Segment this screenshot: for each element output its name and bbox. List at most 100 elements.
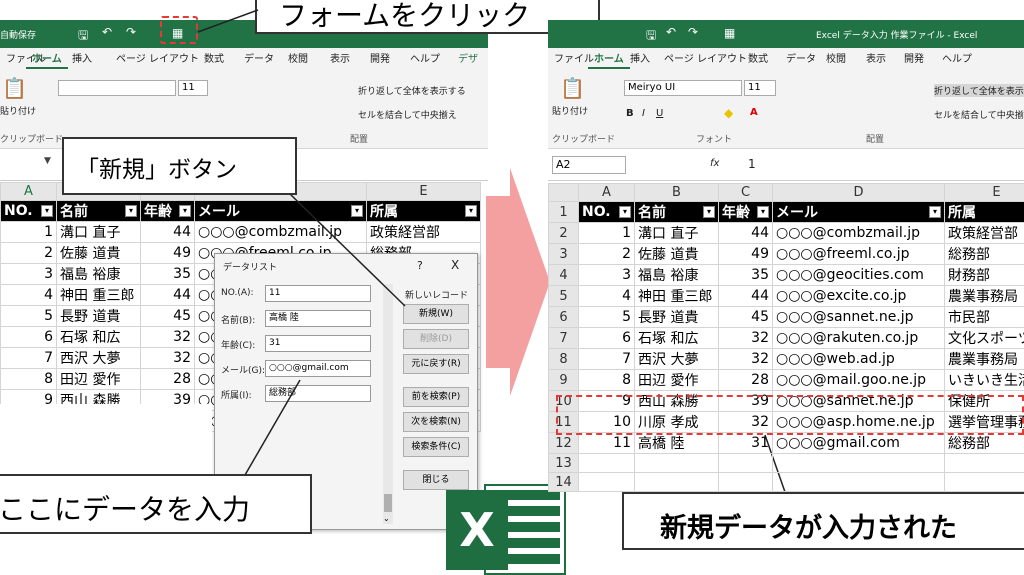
paste-label[interactable]: 貼り付け: [552, 104, 588, 117]
cell-no[interactable]: 2: [578, 243, 635, 265]
row-header[interactable]: 2: [548, 222, 579, 244]
save-icon[interactable]: 🖫: [646, 26, 656, 47]
col-header-a[interactable]: A: [578, 183, 635, 202]
cell-dept[interactable]: 市民部: [944, 306, 1024, 328]
row-header[interactable]: 9: [548, 369, 579, 391]
col-header-c[interactable]: C: [718, 183, 773, 202]
form-icon[interactable]: ▦: [724, 26, 735, 40]
cell-name[interactable]: 福島 裕康: [634, 264, 719, 286]
cell-mail[interactable]: ○○○@combzmail.jp: [772, 222, 945, 244]
cell-dept[interactable]: いきいき生活部: [944, 369, 1024, 391]
filter-dropdown-icon[interactable]: ▾: [703, 206, 715, 218]
row-header[interactable]: 13: [548, 453, 579, 473]
col-header-b[interactable]: B: [634, 183, 719, 202]
cell-name[interactable]: [634, 453, 719, 473]
cell-dept[interactable]: 総務部: [944, 243, 1024, 265]
cell-name[interactable]: 石塚 和広: [634, 327, 719, 349]
filter-dropdown-icon[interactable]: ▾: [757, 206, 769, 218]
cell-age[interactable]: [718, 453, 773, 473]
col-header-e[interactable]: E: [944, 183, 1024, 202]
tab-insert[interactable]: 挿入: [624, 48, 656, 67]
cell-dept[interactable]: 政策経営部: [944, 222, 1024, 244]
tab-developer[interactable]: 開発: [898, 48, 930, 67]
cell-age[interactable]: [718, 472, 773, 492]
formula-input[interactable]: 1: [748, 157, 756, 171]
font-name-box[interactable]: Meiryo UI: [624, 80, 742, 96]
cell-no[interactable]: 4: [578, 285, 635, 307]
table-header-age[interactable]: 年齢 ▾: [718, 201, 773, 223]
filter-dropdown-icon[interactable]: ▾: [619, 206, 631, 218]
cell-age[interactable]: 32: [718, 348, 773, 370]
cell-name[interactable]: 長野 道貴: [634, 306, 719, 328]
cell-age[interactable]: 44: [718, 285, 773, 307]
row-header[interactable]: 7: [548, 327, 579, 349]
row-header[interactable]: 4: [548, 264, 579, 286]
cell-age[interactable]: 32: [718, 327, 773, 349]
table-header-dept[interactable]: 所属▾: [944, 201, 1024, 223]
font-size-box[interactable]: 11: [744, 80, 776, 96]
cell-mail[interactable]: ○○○@sannet.ne.jp: [772, 306, 945, 328]
cell-dept[interactable]: 文化スポーツ部: [944, 327, 1024, 349]
cell-name[interactable]: 高橋 陸: [634, 432, 719, 454]
row-header[interactable]: 12: [548, 432, 579, 454]
table-header-mail[interactable]: メール ▾: [772, 201, 945, 223]
cell-mail[interactable]: ○○○@geocities.com: [772, 264, 945, 286]
fill-color-icon[interactable]: ◆: [724, 106, 733, 120]
filter-dropdown-icon[interactable]: ▾: [929, 206, 941, 218]
cell-name[interactable]: 溝口 直子: [634, 222, 719, 244]
col-header-d[interactable]: D: [772, 183, 945, 202]
cell-no[interactable]: 11: [578, 432, 635, 454]
cell-mail[interactable]: ○○○@gmail.com: [772, 432, 945, 454]
table-header-no[interactable]: NO. ▾: [578, 201, 635, 223]
cell-no[interactable]: [578, 472, 635, 492]
cell-dept[interactable]: [944, 453, 1024, 473]
underline-button[interactable]: U: [656, 108, 663, 119]
cell-no[interactable]: 5: [578, 306, 635, 328]
cell-no[interactable]: 3: [578, 264, 635, 286]
cell-name[interactable]: 佐藤 道貴: [634, 243, 719, 265]
cell-mail[interactable]: ○○○@freeml.co.jp: [772, 243, 945, 265]
row-header[interactable]: 8: [548, 348, 579, 370]
table-header-name[interactable]: 名前 ▾: [634, 201, 719, 223]
cell-age[interactable]: 28: [718, 369, 773, 391]
cell-mail[interactable]: ○○○@mail.goo.ne.jp: [772, 369, 945, 391]
cell-mail[interactable]: [772, 472, 945, 492]
cell-mail[interactable]: [772, 453, 945, 473]
cell-dept[interactable]: 財務部: [944, 264, 1024, 286]
cell-name[interactable]: [634, 472, 719, 492]
cell-age[interactable]: 45: [718, 306, 773, 328]
row-header[interactable]: 6: [548, 306, 579, 328]
tab-review[interactable]: 校閲: [820, 48, 852, 67]
cell-dept[interactable]: 農業事務局: [944, 348, 1024, 370]
tab-page-layout[interactable]: ページ レイアウト: [658, 48, 753, 67]
cell-no[interactable]: 8: [578, 369, 635, 391]
font-color-button[interactable]: A: [750, 107, 758, 118]
cell-age[interactable]: 35: [718, 264, 773, 286]
cell-no[interactable]: [578, 453, 635, 473]
tab-view[interactable]: 表示: [860, 48, 892, 67]
cell-age[interactable]: 49: [718, 243, 773, 265]
cell-dept[interactable]: 農業事務局: [944, 285, 1024, 307]
tab-help[interactable]: ヘルプ: [936, 48, 978, 67]
cell-mail[interactable]: ○○○@web.ad.jp: [772, 348, 945, 370]
cell-mail[interactable]: ○○○@excite.co.jp: [772, 285, 945, 307]
cell-name[interactable]: 神田 重三郎: [634, 285, 719, 307]
row-header[interactable]: 1: [548, 201, 579, 223]
cell-dept[interactable]: [944, 472, 1024, 492]
fx-icon[interactable]: fx: [710, 158, 719, 169]
wrap-text-button[interactable]: 折り返して全体を表示する: [934, 84, 1024, 97]
italic-button[interactable]: I: [642, 108, 645, 119]
merge-center-button[interactable]: セルを結合して中央揃え: [934, 108, 1024, 121]
bold-button[interactable]: B: [626, 108, 634, 119]
name-box[interactable]: A2: [552, 156, 626, 174]
cell-age[interactable]: 44: [718, 222, 773, 244]
undo-icon[interactable]: ↶: [666, 25, 676, 39]
row-header[interactable]: 3: [548, 243, 579, 265]
cell-no[interactable]: 1: [578, 222, 635, 244]
cell-mail[interactable]: ○○○@rakuten.co.jp: [772, 327, 945, 349]
row-header[interactable]: 5: [548, 285, 579, 307]
paste-icon[interactable]: 📋: [560, 76, 585, 100]
tab-data[interactable]: データ: [780, 48, 822, 67]
row-header[interactable]: 14: [548, 472, 579, 492]
cell-age[interactable]: 31: [718, 432, 773, 454]
